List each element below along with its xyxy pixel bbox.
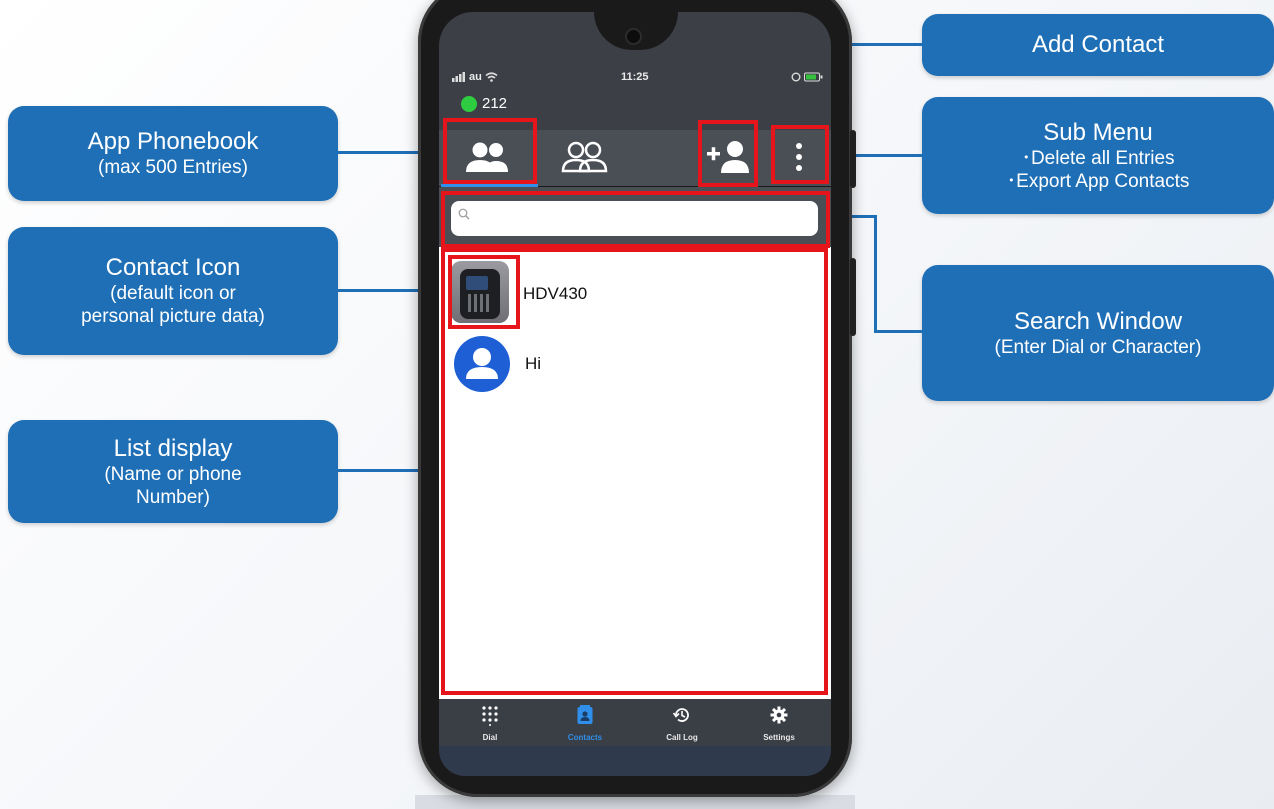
nav-contacts[interactable]: Contacts bbox=[540, 700, 630, 746]
connector-line bbox=[874, 215, 877, 333]
nav-dial[interactable]: Dial bbox=[445, 700, 535, 746]
connector-line bbox=[874, 330, 922, 333]
highlight-search bbox=[441, 191, 830, 248]
camera bbox=[627, 30, 640, 43]
callout-subtitle: (Enter Dial or Character) bbox=[994, 336, 1202, 358]
screen-bottom bbox=[439, 746, 831, 776]
callout-contact-icon: Contact Icon (default icon or personal p… bbox=[8, 227, 338, 355]
alarm-icon bbox=[791, 72, 801, 85]
tab-shared-contacts[interactable] bbox=[548, 133, 618, 183]
callout-subtitle: personal picture data) bbox=[81, 306, 265, 327]
nav-settings[interactable]: Settings bbox=[734, 700, 824, 746]
gear-icon bbox=[770, 706, 788, 724]
callout-list-display: List display (Name or phone Number) bbox=[8, 420, 338, 523]
clock: 11:25 bbox=[621, 71, 649, 83]
callout-sub-menu: Sub Menu ･Delete all Entries ･Export App… bbox=[922, 97, 1274, 214]
status-indicator bbox=[461, 96, 477, 112]
highlight-contact-icon bbox=[448, 255, 520, 329]
history-icon bbox=[673, 708, 689, 722]
highlight-add-contact bbox=[698, 120, 758, 187]
side-button bbox=[850, 130, 856, 188]
nav-call-log[interactable]: Call Log bbox=[637, 700, 727, 746]
callout-add-contact: Add Contact bbox=[922, 14, 1274, 76]
contact-card-icon bbox=[577, 705, 593, 724]
dialpad-icon bbox=[482, 706, 498, 726]
callout-title: Sub Menu bbox=[1043, 118, 1153, 146]
highlight-sub-menu bbox=[771, 125, 829, 184]
nav-label: Contacts bbox=[567, 733, 603, 742]
callout-subtitle: (Name or phone bbox=[104, 463, 242, 485]
highlight-app-phonebook bbox=[443, 118, 537, 184]
callout-app-phonebook: App Phonebook (max 500 Entries) bbox=[8, 106, 338, 201]
callout-title: Contact Icon bbox=[105, 254, 241, 281]
callout-subtitle: Number) bbox=[136, 486, 210, 508]
callout-title: App Phonebook bbox=[87, 128, 259, 155]
nav-label: Call Log bbox=[666, 733, 698, 742]
signal-icon bbox=[452, 72, 466, 85]
callout-item: ･Delete all Entries bbox=[1021, 147, 1175, 169]
side-button bbox=[850, 258, 856, 336]
callout-title: List display bbox=[113, 434, 233, 462]
callout-subtitle: (default icon or bbox=[110, 283, 236, 304]
nav-label: Dial bbox=[482, 733, 498, 742]
battery-icon bbox=[804, 72, 824, 85]
callout-item: ･Export App Contacts bbox=[1006, 170, 1190, 192]
callout-search-window: Search Window (Enter Dial or Character) bbox=[922, 265, 1274, 401]
wifi-icon bbox=[485, 72, 498, 85]
device-shadow bbox=[415, 795, 855, 809]
nav-label: Settings bbox=[763, 733, 795, 742]
carrier-label: au bbox=[469, 71, 482, 83]
callout-title: Search Window bbox=[1013, 307, 1183, 335]
callout-title: Add Contact bbox=[1031, 31, 1165, 58]
callout-subtitle: (max 500 Entries) bbox=[98, 157, 248, 178]
extension-label: 212 bbox=[482, 95, 508, 112]
contacts-outline-icon bbox=[561, 141, 608, 173]
